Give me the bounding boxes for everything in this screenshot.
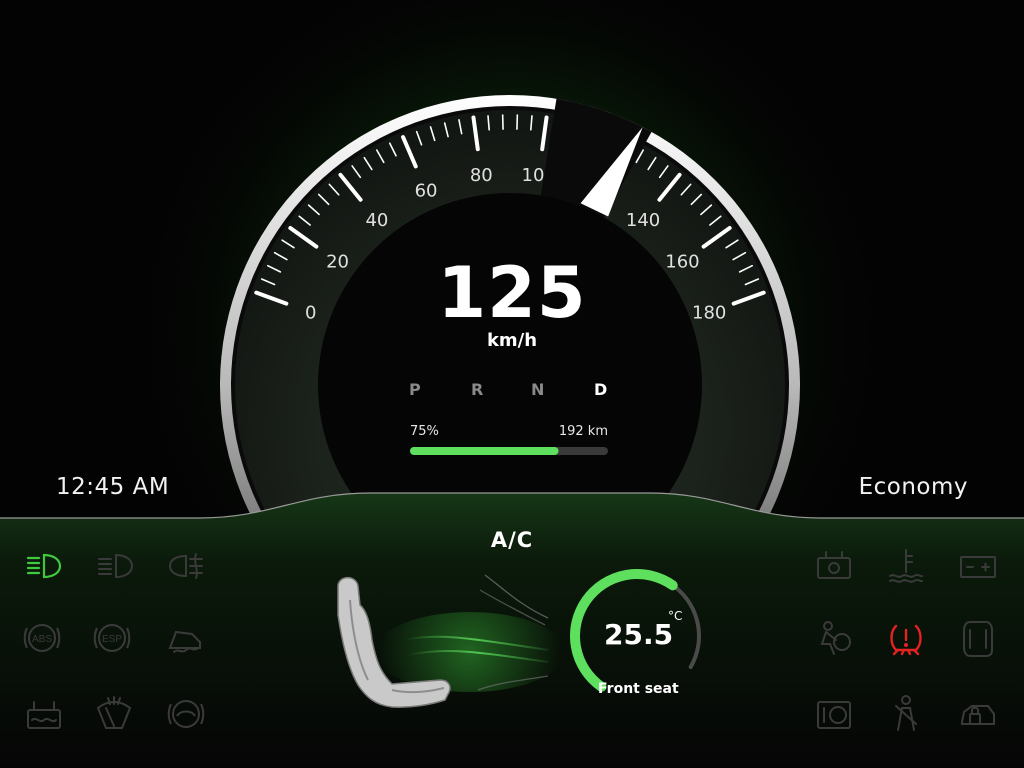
rear-fog-light-icon <box>166 546 206 586</box>
dashboard-background: 020406080100120140160180 <box>0 0 1024 768</box>
gear-p[interactable]: P <box>409 380 421 399</box>
gear-r[interactable]: R <box>471 380 483 399</box>
tire-pressure-icon <box>886 618 926 658</box>
esp-warning-icon: ESP <box>92 618 132 658</box>
seatbelt-warning-icon <box>886 694 926 734</box>
minor-tick <box>487 115 490 131</box>
minor-tick <box>530 115 533 131</box>
headlight-low-beam-icon[interactable] <box>24 546 64 586</box>
speed-scale-label: 80 <box>470 165 493 186</box>
coolant-temperature-icon <box>886 546 926 586</box>
speed-scale-label: 40 <box>365 210 388 231</box>
temperature-value: 25.5 <box>604 618 674 651</box>
vehicle-lock-icon <box>958 694 998 734</box>
battery-percent: 75% <box>410 424 439 439</box>
airbag-warning-icon <box>814 618 854 658</box>
ac-title: A/C <box>490 528 534 552</box>
temperature-unit: °C <box>668 609 683 623</box>
gear-n[interactable]: N <box>531 380 544 399</box>
speed-scale-label: 140 <box>626 210 660 231</box>
battery-range: 192 km <box>558 424 608 439</box>
clock: 12:45 AM <box>56 474 170 500</box>
esp-label: ESP <box>102 634 122 645</box>
battery-level-fill <box>410 447 559 455</box>
headlight-high-beam-icon <box>96 546 136 586</box>
door-open-icon <box>958 618 998 658</box>
gear-d[interactable]: D <box>594 380 607 399</box>
climate-zone-label: Front seat <box>598 681 679 697</box>
abs-label: ABS <box>32 634 52 645</box>
brake-fluid-icon <box>24 694 64 734</box>
parking-brake-icon <box>814 694 854 734</box>
oil-pressure-icon <box>814 546 854 586</box>
dashboard-cluster: 020406080100120140160180 12:45 AM <box>0 0 1024 768</box>
battery-charge-icon <box>958 546 998 586</box>
abs-warning-icon: ABS <box>22 618 62 658</box>
speed-unit: km/h <box>486 330 538 351</box>
windshield-washer-icon <box>94 694 134 734</box>
brake-warning-icon <box>166 694 206 734</box>
speed-scale-label: 60 <box>415 180 438 201</box>
drive-mode[interactable]: Economy <box>859 474 968 500</box>
speed-readout: 125 <box>437 252 587 334</box>
slippery-road-icon <box>166 618 206 658</box>
